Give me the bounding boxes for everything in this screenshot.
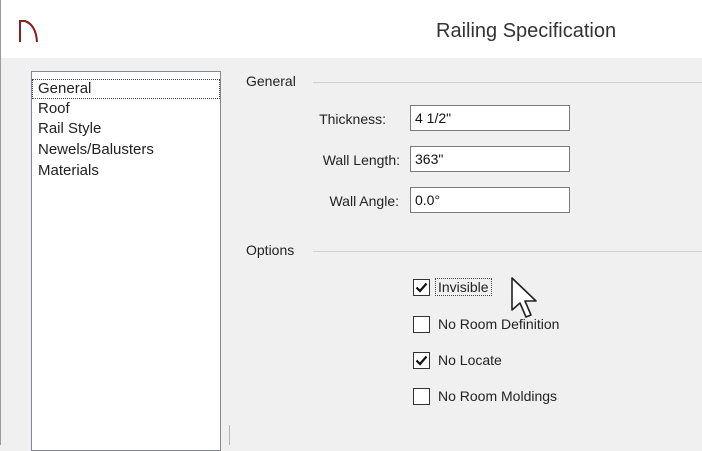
- checkmark-icon: [415, 282, 428, 293]
- nav-item-general[interactable]: General: [32, 79, 220, 99]
- no-room-definition-checkbox[interactable]: [413, 315, 430, 333]
- panel-divider: [229, 425, 230, 445]
- title-bar: Railing Specification: [1, 0, 702, 58]
- options-group-label: Options: [246, 242, 301, 258]
- wall-length-input[interactable]: [410, 146, 570, 172]
- thickness-input[interactable]: [410, 105, 570, 131]
- no-room-moldings-checkbox[interactable]: [413, 387, 430, 405]
- general-group-label: General: [246, 73, 302, 89]
- nav-item-rail-style[interactable]: Rail Style: [32, 119, 220, 139]
- no-room-moldings-checkbox-row[interactable]: No Room Moldings: [413, 386, 559, 406]
- wall-angle-label: Wall Angle:: [329, 193, 399, 209]
- thickness-label: Thickness:: [319, 111, 386, 127]
- invisible-label[interactable]: Invisible: [435, 278, 492, 296]
- options-group-line: [313, 251, 702, 252]
- no-room-moldings-label[interactable]: No Room Moldings: [436, 388, 559, 404]
- railing-app-icon: [17, 19, 39, 43]
- category-list[interactable]: General Roof Rail Style Newels/Balusters…: [31, 71, 221, 451]
- general-group-line: [313, 82, 702, 83]
- wall-angle-input[interactable]: [410, 187, 570, 213]
- wall-length-label: Wall Length:: [322, 152, 400, 168]
- nav-item-materials[interactable]: Materials: [32, 161, 220, 181]
- invisible-checkbox-row[interactable]: Invisible: [413, 277, 492, 297]
- no-locate-label[interactable]: No Locate: [436, 352, 504, 368]
- invisible-checkbox[interactable]: [413, 278, 430, 296]
- checkmark-icon: [415, 355, 428, 366]
- no-room-definition-label[interactable]: No Room Definition: [436, 316, 561, 332]
- nav-item-newels-balusters[interactable]: Newels/Balusters: [32, 140, 220, 160]
- window-title: Railing Specification: [436, 20, 617, 42]
- no-locate-checkbox-row[interactable]: No Locate: [413, 350, 504, 370]
- railing-specification-dialog: Railing Specification General Roof Rail …: [0, 0, 702, 451]
- nav-item-roof[interactable]: Roof: [32, 99, 220, 119]
- no-room-definition-checkbox-row[interactable]: No Room Definition: [413, 314, 561, 334]
- no-locate-checkbox[interactable]: [413, 351, 430, 369]
